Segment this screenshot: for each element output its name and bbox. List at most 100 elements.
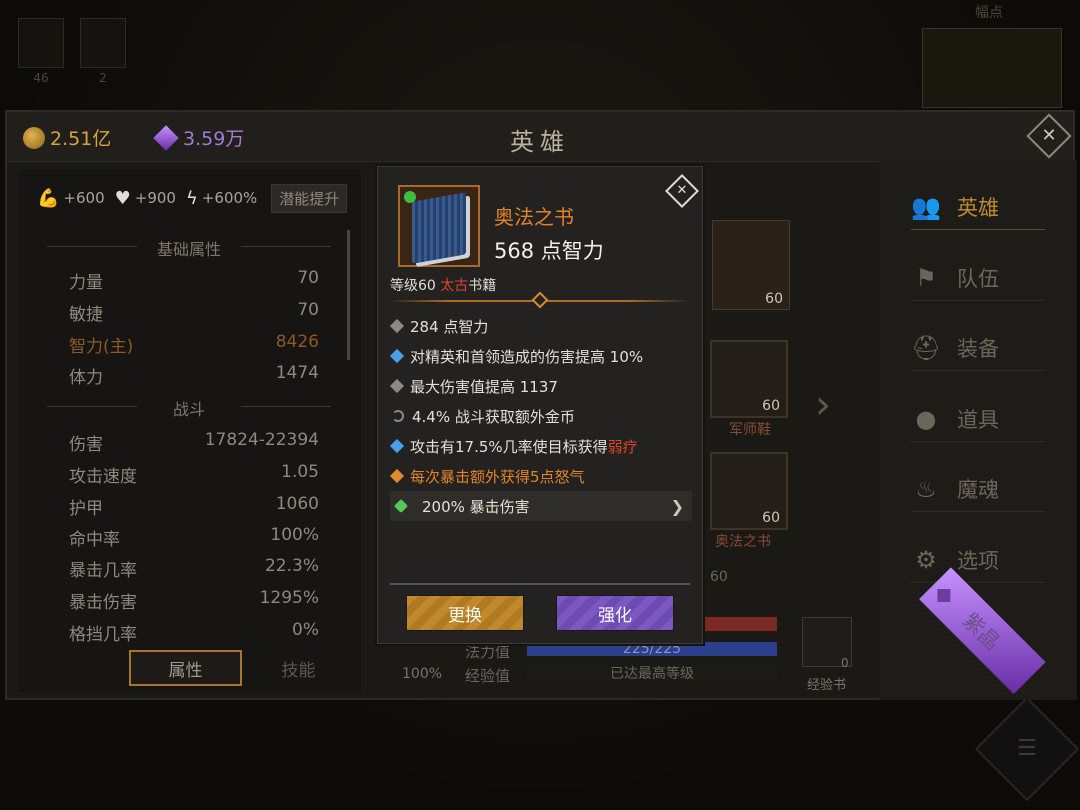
stat-row: 敏捷 70: [69, 300, 319, 325]
item-level-line: 等级60 太古书籍: [390, 275, 496, 295]
menu-button[interactable]: ☰: [974, 696, 1080, 802]
lightning-icon: ϟ: [185, 187, 198, 209]
boots-label: 军师鞋: [729, 422, 771, 438]
nav-team[interactable]: ⚑ 队伍: [911, 255, 1045, 301]
mana-bar: 225/225: [527, 642, 777, 656]
stat-row-primary: 智力(主) 8426: [69, 332, 319, 357]
nav-soul[interactable]: ♨ 魔魂: [911, 466, 1045, 512]
attribute-line: 最大伤害值提高 1137: [389, 371, 692, 401]
partial-level: 60: [710, 569, 728, 585]
debuff-keyword[interactable]: 弱疗: [608, 438, 638, 456]
attribute-line: 4.4% 战斗获取额外金币: [390, 401, 692, 431]
strength-boost-value: +600: [63, 189, 105, 207]
stat-label: 格挡几率: [69, 625, 137, 645]
nav-label: 选项: [957, 548, 999, 573]
stat-label: 伤害: [69, 435, 103, 455]
boots-slot[interactable]: 60: [710, 340, 788, 418]
basic-attributes-header: 基础属性: [47, 236, 331, 260]
hero-portrait[interactable]: 60: [712, 220, 790, 310]
skill-slot-count: 46: [33, 71, 49, 85]
green-gem-icon: [404, 191, 416, 203]
attribute-text: 最大伤害值提高 1137: [410, 377, 558, 396]
tab-skills[interactable]: 技能: [242, 650, 355, 686]
close-popup-button[interactable]: ✕: [665, 174, 699, 208]
nav-amethyst[interactable]: ◆ 紫晶: [918, 567, 1046, 695]
book-label: 奥法之书: [715, 534, 771, 550]
nav-label: 魔魂: [957, 477, 999, 502]
nav-equipment[interactable]: ⛑ 装备: [911, 325, 1045, 371]
next-arrow-icon[interactable]: ›: [815, 382, 831, 428]
stat-label: 力量: [69, 273, 103, 293]
heart-icon: ♥: [114, 187, 131, 209]
fire-icon: ♨: [915, 474, 937, 503]
xp-bar: 已达最高等级: [527, 667, 777, 681]
item-detail-popup: ✕ 奥法之书 568 点智力 等级60 太古书籍 284 点智力 对精英和首领造…: [377, 166, 703, 644]
stat-value: 100%: [270, 525, 319, 545]
potential-boosts: 💪 +600 ♥ +900 ϟ +600% 潜能提升: [19, 178, 361, 218]
attribute-text: 284 点智力: [410, 317, 489, 336]
stat-value: 1.05: [281, 462, 319, 482]
item-main-stat: 568 点智力: [494, 239, 604, 263]
attribute-text: 4.4% 战斗获取额外金币: [412, 407, 575, 426]
stat-row: 攻击速度 1.05: [69, 462, 319, 487]
upgrade-button[interactable]: 强化: [556, 595, 674, 631]
combat-header: 战斗: [47, 396, 331, 420]
stat-label: 暴击伤害: [69, 593, 137, 613]
attribute-text: 攻击有17.5%几率使目标获得弱疗: [410, 436, 638, 457]
stat-label: 智力(主): [69, 337, 134, 357]
minimap[interactable]: [922, 28, 1062, 108]
stat-value: 22.3%: [264, 556, 319, 576]
stat-label: 命中率: [69, 530, 120, 550]
green-gem-icon: [393, 498, 409, 514]
item-name: 奥法之书: [494, 205, 574, 229]
cycle-icon: [392, 410, 404, 422]
potential-upgrade-button[interactable]: 潜能提升: [271, 183, 348, 213]
tab-attributes[interactable]: 属性: [129, 650, 242, 686]
stat-label: 暴击几率: [69, 561, 137, 581]
nav-items[interactable]: ● 道具: [911, 396, 1045, 442]
stat-row: 命中率 100%: [69, 525, 319, 550]
diamond-bullet-icon: [389, 318, 405, 334]
list-icon: ☰: [1017, 736, 1037, 761]
skill-slot-count: 2: [99, 71, 107, 85]
nav-options[interactable]: ⚙ 选项: [911, 537, 1045, 583]
book-slot[interactable]: 60: [710, 452, 788, 530]
swap-button[interactable]: 更换: [406, 595, 524, 631]
item-icon-frame: [398, 185, 480, 267]
socket-gem-line[interactable]: 200% 暴击伤害 ❯: [390, 491, 692, 521]
helmet-icon: ⛑: [911, 333, 942, 362]
hero-icon: 👥: [911, 192, 941, 221]
percent-value: 100%: [402, 666, 443, 682]
attribute-text: 200% 暴击伤害: [422, 497, 530, 516]
vitality-boost-value: +900: [134, 189, 176, 207]
xp-label: 经验值: [465, 667, 511, 685]
attribute-line-legendary: 每次暴击额外获得5点怒气: [389, 461, 692, 491]
skill-slot-2[interactable]: 2: [80, 18, 126, 85]
stat-value: 8426: [275, 332, 319, 352]
nav-label: 道具: [957, 407, 999, 432]
stat-row: 格挡几率 0%: [69, 620, 319, 645]
attribute-text-main: 攻击有17.5%几率使目标获得: [410, 437, 608, 456]
xp-row: 经验值: [465, 665, 510, 686]
stat-label: 护甲: [69, 499, 103, 519]
stat-value: 1295%: [259, 588, 319, 608]
stat-value: 70: [297, 300, 319, 320]
stats-panel: 💪 +600 ♥ +900 ϟ +600% 潜能提升 基础属性 力量 70 敏捷 70 智…: [19, 170, 361, 692]
stat-label: 敏捷: [69, 305, 103, 325]
energy-boost: ϟ +600%: [186, 188, 257, 209]
skill-slot-1[interactable]: 46: [18, 18, 64, 85]
muscle-icon: 💪: [37, 187, 60, 209]
diamond-bullet-icon: [389, 468, 405, 484]
mana-label: 法力值: [465, 643, 511, 661]
vitality-boost: ♥ +900: [115, 188, 176, 209]
stat-row: 护甲 1060: [69, 494, 319, 519]
stats-scrollbar[interactable]: [347, 230, 350, 360]
window-title: 英雄: [510, 128, 570, 156]
nav-hero[interactable]: 👥 英雄: [911, 184, 1045, 230]
flag-icon: ⚑: [915, 263, 937, 292]
xp-book-label: 经验书: [807, 678, 847, 693]
divider: [390, 583, 690, 585]
diamond-bullet-icon: [389, 438, 405, 454]
bag-icon: ●: [915, 404, 937, 433]
item-type: 书籍: [468, 278, 497, 294]
